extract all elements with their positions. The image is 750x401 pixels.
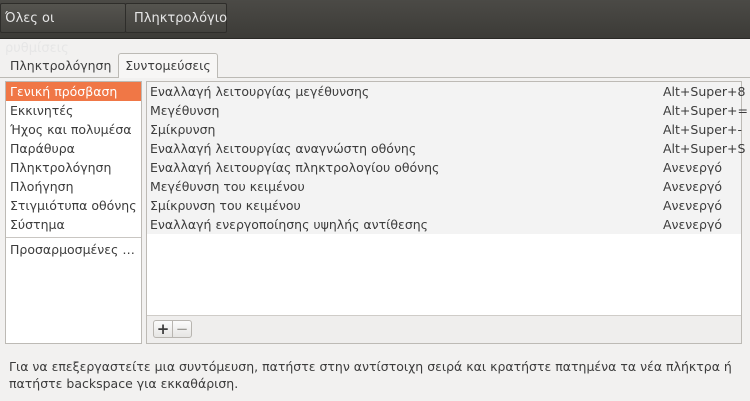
title-bar: Όλες οι ρυθμίσεις Πληκτρολόγιο: [0, 0, 750, 56]
shortcut-name: Μεγέθυνση του κειμένου: [150, 179, 305, 194]
shortcut-name: Εναλλαγή λειτουργίας αναγνώστη οθόνης: [150, 141, 417, 156]
shortcut-key: Ανενεργό: [663, 198, 723, 213]
sidebar-item-custom[interactable]: Προσαρμοσμένες …: [6, 240, 141, 259]
shortcut-key: Alt+Super+=: [663, 103, 748, 118]
list-toolbar: + −: [147, 315, 741, 343]
shortcut-category-list: Γενική πρόσβαση Εκκινητές Ήχος και πολυμ…: [5, 81, 142, 344]
shortcut-name: Σμίκρυνση του κειμένου: [150, 198, 301, 213]
shortcut-name: Εναλλαγή λειτουργίας πληκτρολογίου οθόνη…: [150, 160, 440, 175]
shortcut-list-panel: Εναλλαγή λειτουργίας μεγέθυνσης Alt+Supe…: [146, 81, 748, 344]
shortcut-name: Μεγέθυνση: [150, 103, 220, 118]
sidebar-item-typing[interactable]: Πληκτρολόγηση: [6, 158, 141, 177]
shortcut-key: Alt+Super+S: [663, 141, 746, 156]
table-row[interactable]: Σμίκρυνση του κειμένου Ανενεργό: [147, 196, 741, 215]
table-row[interactable]: Εναλλαγή λειτουργίας αναγνώστη οθόνης Al…: [147, 139, 745, 158]
sidebar-item-universal-access[interactable]: Γενική πρόσβαση: [6, 82, 141, 101]
shortcut-key: Ανενεργό: [663, 179, 723, 194]
shortcut-name: Εναλλαγή ενεργοποίησης υψηλής αντίθεσης: [150, 217, 428, 232]
table-row[interactable]: Εναλλαγή ενεργοποίησης υψηλής αντίθεσης …: [147, 215, 741, 234]
shortcut-name: Εναλλαγή λειτουργίας μεγέθυνσης: [150, 84, 370, 99]
sidebar-item-system[interactable]: Σύστημα: [6, 215, 141, 234]
sidebar-item-navigation[interactable]: Πλοήγηση: [6, 177, 141, 196]
tab-shortcuts[interactable]: Συντομεύσεις: [118, 53, 218, 78]
sidebar-item-screenshots[interactable]: Στιγμιότυπα οθόνης: [6, 196, 141, 215]
sidebar-item-sound-media[interactable]: Ήχος και πολυμέσα: [6, 120, 141, 139]
all-settings-button[interactable]: Όλες οι ρυθμίσεις: [0, 3, 126, 56]
table-row[interactable]: Σμίκρυνση Alt+Super+-: [147, 120, 743, 139]
shortcut-table: Εναλλαγή λειτουργίας μεγέθυνσης Alt+Supe…: [147, 82, 748, 234]
sidebar-divider: [6, 237, 141, 238]
sidebar-item-windows[interactable]: Παράθυρα: [6, 139, 141, 158]
shortcut-key: Alt+Super+-: [663, 122, 743, 137]
keyboard-breadcrumb[interactable]: Πληκτρολόγιο: [125, 3, 227, 33]
tab-divider: [0, 77, 750, 78]
sidebar-item-launchers[interactable]: Εκκινητές: [6, 101, 141, 120]
help-text: Για να επεξεργαστείτε μια συντόμευση, πα…: [9, 359, 732, 391]
shortcut-key: Alt+Super+8: [663, 84, 746, 99]
table-row[interactable]: Μεγέθυνση Alt+Super+=: [147, 101, 748, 120]
table-row[interactable]: Εναλλαγή λειτουργίας μεγέθυνσης Alt+Supe…: [147, 82, 745, 101]
table-row[interactable]: Μεγέθυνση του κειμένου Ανενεργό: [147, 177, 741, 196]
shortcut-name: Σμίκρυνση: [150, 122, 216, 137]
table-row[interactable]: Εναλλαγή λειτουργίας πληκτρολογίου οθόνη…: [147, 158, 741, 177]
tab-typing[interactable]: Πληκτρολόγηση: [10, 55, 111, 77]
add-shortcut-button[interactable]: +: [153, 320, 173, 338]
remove-shortcut-button[interactable]: −: [172, 320, 192, 338]
shortcut-key: Ανενεργό: [663, 217, 723, 232]
shortcut-key: Ανενεργό: [663, 160, 723, 175]
